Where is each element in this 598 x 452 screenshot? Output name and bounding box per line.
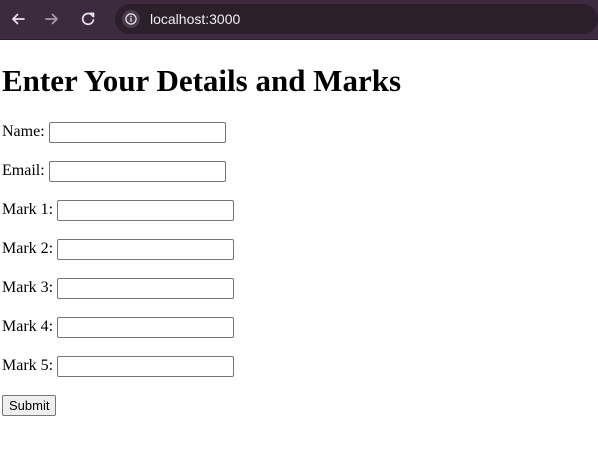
- address-bar[interactable]: localhost:3000: [115, 4, 598, 34]
- email-input[interactable]: [48, 160, 226, 182]
- mark-1-row: Mark 1:: [2, 199, 235, 221]
- email-label: Email:: [2, 162, 45, 179]
- mark-4-row: Mark 4:: [2, 316, 235, 338]
- mark-3-label: Mark 3:: [2, 279, 54, 296]
- name-input[interactable]: [48, 121, 226, 143]
- page-title: Enter Your Details and Marks: [2, 63, 402, 98]
- mark-4-input[interactable]: [57, 316, 235, 338]
- mark-2-label: Mark 2:: [2, 240, 54, 257]
- mark-1-label: Mark 1:: [2, 201, 54, 218]
- info-icon[interactable]: [122, 10, 140, 28]
- email-row: Email:: [2, 160, 226, 182]
- mark-5-row: Mark 5:: [2, 355, 235, 377]
- back-arrow-icon[interactable]: [7, 8, 29, 30]
- page-content: Enter Your Details and Marks Name: Email…: [0, 40, 598, 452]
- reload-icon[interactable]: [77, 8, 99, 30]
- mark-3-row: Mark 3:: [2, 277, 235, 299]
- mark-5-label: Mark 5:: [2, 357, 54, 374]
- browser-toolbar: localhost:3000: [0, 0, 598, 40]
- forward-arrow-icon[interactable]: [41, 8, 63, 30]
- name-label: Name:: [2, 123, 45, 140]
- submit-button[interactable]: Submit: [2, 395, 57, 416]
- mark-3-input[interactable]: [57, 277, 235, 299]
- mark-4-label: Mark 4:: [2, 318, 54, 335]
- url-text[interactable]: localhost:3000: [150, 10, 240, 28]
- mark-2-input[interactable]: [57, 238, 235, 260]
- mark-1-input[interactable]: [57, 199, 235, 221]
- name-row: Name:: [2, 121, 226, 143]
- mark-2-row: Mark 2:: [2, 238, 235, 260]
- mark-5-input[interactable]: [57, 355, 235, 377]
